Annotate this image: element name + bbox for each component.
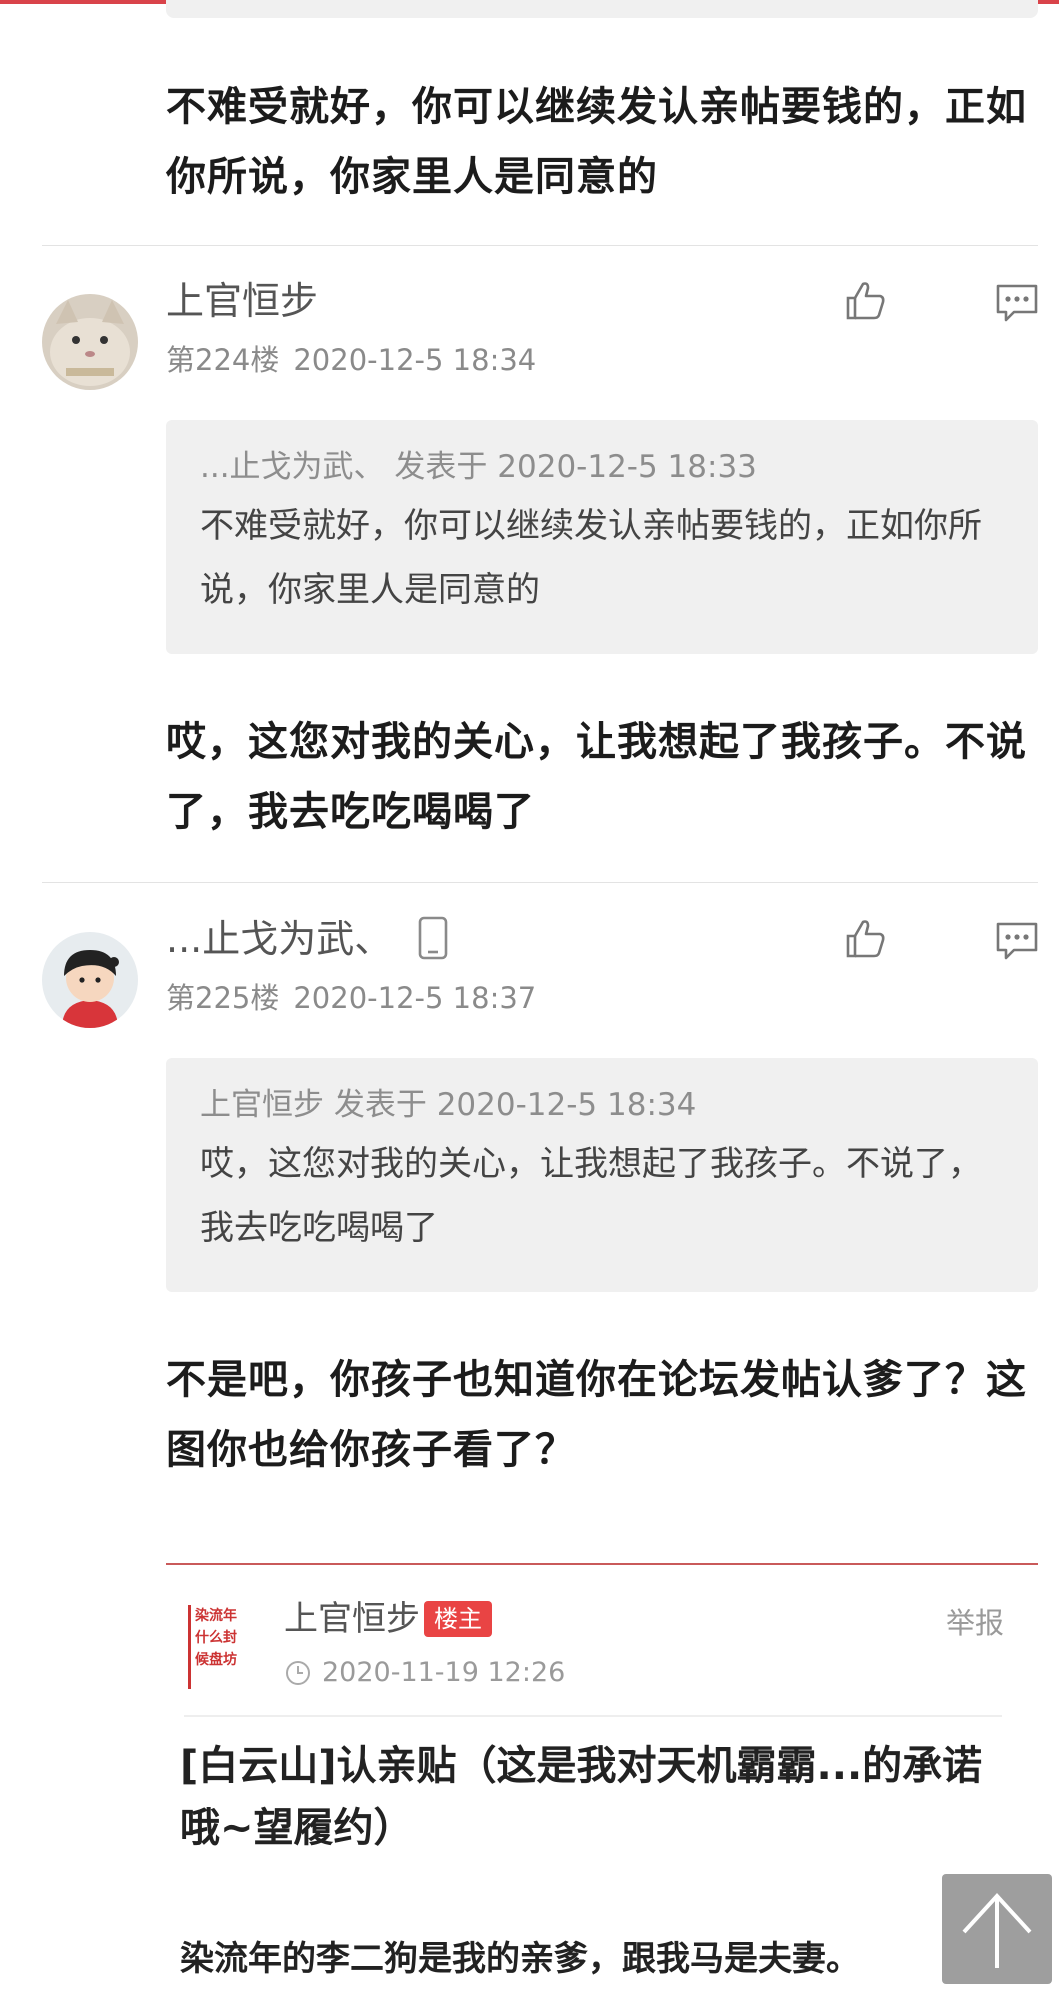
post-meta: 第224楼 2020-12-5 18:34: [166, 340, 536, 380]
post-time: 2020-12-5 18:37: [293, 981, 537, 1015]
thread-page: 不难受就好，你可以继续发认亲帖要钱的，正如你所说，你家里人是同意的 上官恒步 第…: [0, 0, 1059, 1999]
phone-icon: [418, 916, 448, 960]
logo-line: 什么封: [195, 1630, 237, 1646]
embed-body: 染流年的李二狗是我的亲爹，跟我马是夫妻。: [180, 1939, 860, 1979]
forum-logo: 染流年 什么封 候盘坊: [188, 1605, 254, 1689]
op-badge: 楼主: [424, 1601, 492, 1637]
avatar[interactable]: [42, 294, 138, 390]
post-body-text: 不是吧，你孩子也知道你在论坛发帖认爹了？这图你也给你孩子看了？: [166, 1357, 1027, 1473]
post-body-text: 哎，这您对我的关心，让我想起了我孩子。不说了，我去吃吃喝喝了: [166, 719, 1027, 835]
comment-icon[interactable]: [994, 280, 1040, 326]
clock-icon: [286, 1661, 310, 1685]
logo-line: 染流年: [195, 1608, 237, 1624]
embed-time: 2020-11-19 12:26: [322, 1657, 566, 1688]
previous-quote-block: [166, 0, 1038, 18]
report-link: 举报: [945, 1606, 1004, 1640]
thumbs-up-icon[interactable]: [842, 916, 888, 962]
back-to-top-button[interactable]: [942, 1874, 1052, 1984]
embedded-screenshot[interactable]: 染流年 什么封 候盘坊 上官恒步 楼主 2020-11-19 12:26 举报 …: [166, 1563, 1038, 1999]
floor-number: 第224楼: [166, 343, 280, 377]
post-divider: [42, 245, 1038, 246]
avatar[interactable]: [42, 932, 138, 1028]
post-meta: 第225楼 2020-12-5 18:37: [166, 978, 536, 1018]
post-time: 2020-12-5 18:34: [293, 343, 537, 377]
logo-line: 候盘坊: [195, 1652, 237, 1668]
arrow-up-icon: [962, 1893, 1032, 1968]
comment-icon[interactable]: [994, 918, 1040, 964]
quote-text: 不难受就好，你可以继续发认亲帖要钱的，正如你所说，你家里人是同意的: [200, 506, 982, 610]
quote-text: 哎，这您对我的关心，让我想起了我孩子。不说了，我去吃吃喝喝了: [200, 1144, 982, 1248]
quote-header: ...止戈为武、 发表于 2020-12-5 18:33: [200, 449, 757, 485]
embed-divider: [184, 1715, 1002, 1717]
username[interactable]: ...止戈为武、: [166, 914, 392, 964]
embed-username: 上官恒步: [284, 1599, 420, 1639]
embed-title: [白云山]认亲贴（这是我对天机霸霸...的承诺哦~望履约）: [180, 1743, 983, 1851]
quote-block: ...止戈为武、 发表于 2020-12-5 18:33 不难受就好，你可以继续…: [166, 420, 1038, 654]
quote-header: 上官恒步 发表于 2020-12-5 18:34: [200, 1087, 697, 1123]
post-divider: [42, 882, 1038, 883]
thumbs-up-icon[interactable]: [842, 278, 888, 324]
quote-block: 上官恒步 发表于 2020-12-5 18:34 哎，这您对我的关心，让我想起了…: [166, 1058, 1038, 1292]
username[interactable]: 上官恒步: [166, 276, 318, 326]
post-body-text: 不难受就好，你可以继续发认亲帖要钱的，正如你所说，你家里人是同意的: [166, 84, 1027, 200]
floor-number: 第225楼: [166, 981, 280, 1015]
